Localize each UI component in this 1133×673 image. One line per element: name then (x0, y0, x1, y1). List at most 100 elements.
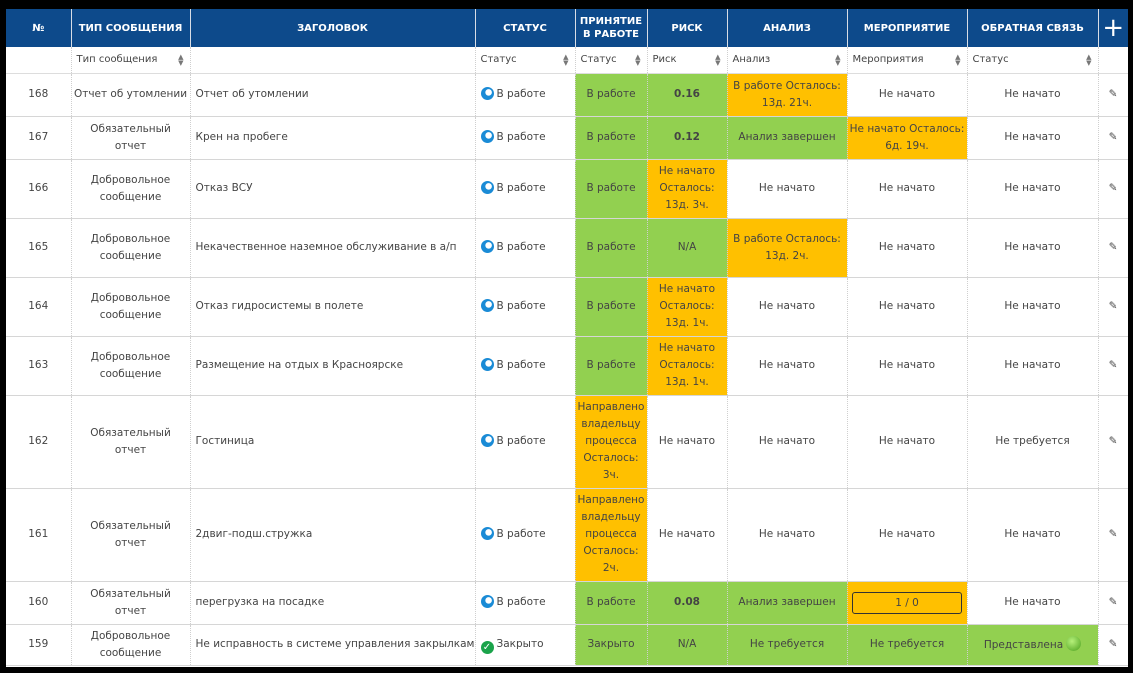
filter-type-label: Тип сообщения (76, 54, 158, 66)
in-progress-icon (480, 130, 494, 143)
col-header-analysis[interactable]: АНАЛИЗ (727, 9, 848, 47)
row-number-link[interactable]: 165 (6, 218, 72, 278)
table-row[interactable]: 162 Обязательный отчет Гостиница В работе На… (6, 395, 1128, 489)
col-header-status[interactable]: СТАТУС (475, 9, 576, 47)
filter-risk[interactable]: Риск ▲ ▼ (647, 47, 728, 74)
add-icon[interactable]: + (1098, 9, 1128, 47)
analysis-status: В работе Осталось: 13д. 21ч. (727, 73, 848, 117)
row-number-link[interactable]: 163 (6, 336, 72, 396)
pencil-icon[interactable]: ✎ (1098, 159, 1128, 219)
row-number-link[interactable]: 167 (6, 116, 72, 160)
sort-icon[interactable]: ▲ ▼ (835, 54, 840, 67)
col-header-measure[interactable]: МЕРОПРИЯТИЕ (847, 9, 968, 47)
col-header-risk[interactable]: РИСК (647, 9, 728, 47)
risk-value: 0.08 (647, 581, 728, 625)
pencil-icon[interactable]: ✎ (1098, 488, 1128, 582)
status-label: В работе (496, 359, 546, 371)
row-number-link[interactable]: 166 (6, 159, 72, 219)
feedback-status: Не начато (967, 336, 1099, 396)
analysis-status: Анализ завершен (727, 116, 848, 160)
pencil-icon[interactable]: ✎ (1098, 336, 1128, 396)
table-row[interactable]: 166 Добровольное сообщение Отказ ВСУ В рабо… (6, 159, 1128, 219)
status-cell: В работе (475, 73, 576, 117)
accept-status: Направлено владельцу процесса Осталось: … (575, 488, 648, 582)
sort-icon[interactable]: ▲ ▼ (635, 54, 640, 67)
filter-title[interactable] (190, 47, 476, 74)
risk-value: Не начато Осталось: 13д. 1ч. (647, 277, 728, 337)
filter-feedback[interactable]: Статус ▲ ▼ (967, 47, 1099, 74)
filter-edit (1098, 47, 1128, 74)
filter-analysis-label: Анализ (732, 54, 771, 66)
filter-analysis[interactable]: Анализ ▲ ▼ (727, 47, 848, 74)
table-row[interactable]: 163 Добровольное сообщение Размещение на о… (6, 336, 1128, 396)
row-number-link[interactable]: 162 (6, 395, 72, 489)
row-number-link[interactable]: 164 (6, 277, 72, 337)
status-label: В работе (496, 241, 546, 253)
pencil-icon[interactable]: ✎ (1098, 73, 1128, 117)
risk-value: Не начато Осталось: 13д. 3ч. (647, 159, 728, 219)
report-title: Отчет об утомлении (190, 73, 476, 117)
risk-value: 0.12 (647, 116, 728, 160)
table-row[interactable]: 160 Обязательный отчет перегрузка на посад… (6, 581, 1128, 625)
col-header-accept[interactable]: ПРИНЯТИЕ В РАБОТЕ (575, 9, 648, 47)
filter-num (6, 47, 72, 74)
row-number-link[interactable]: 160 (6, 581, 72, 625)
feedback-status: Не начато (967, 581, 1099, 625)
table-row[interactable]: 164 Добровольное сообщение Отказ гидросист… (6, 277, 1128, 337)
pencil-icon[interactable]: ✎ (1098, 581, 1128, 625)
table-row[interactable]: 167 Обязательный отчет Крен на пробеге В ра… (6, 116, 1128, 160)
message-type: Добровольное сообщение (71, 159, 191, 219)
measure-status: Не начато (847, 218, 968, 278)
analysis-status: В работе Осталось: 13д. 2ч. (727, 218, 848, 278)
sort-icon[interactable]: ▲ ▼ (1086, 54, 1091, 67)
pencil-icon[interactable]: ✎ (1098, 395, 1128, 489)
accept-status: В работе (575, 116, 648, 160)
feedback-cell: Представлена (967, 624, 1099, 666)
status-label: В работе (496, 435, 546, 447)
sort-icon[interactable]: ▲ ▼ (715, 54, 720, 67)
pencil-icon[interactable]: ✎ (1098, 218, 1128, 278)
filter-accept[interactable]: Статус ▲ ▼ (575, 47, 648, 74)
accept-status: В работе (575, 218, 648, 278)
row-number-link[interactable]: 161 (6, 488, 72, 582)
filter-status[interactable]: Статус ▲ ▼ (475, 47, 576, 74)
feedback-status: Не начато (967, 116, 1099, 160)
filter-feedback-label: Статус (972, 54, 1009, 66)
analysis-status: Не начато (727, 395, 848, 489)
measure-status: Не начато (847, 488, 968, 582)
table-row[interactable]: 165 Добровольное сообщение Некачественное … (6, 218, 1128, 278)
analysis-status: Анализ завершен (727, 581, 848, 625)
sort-icon[interactable]: ▲ ▼ (563, 54, 568, 67)
risk-value: Не начато (647, 488, 728, 582)
row-number-link[interactable]: 168 (6, 73, 72, 117)
measure-cell[interactable]: 1 / 0 (847, 581, 968, 625)
table-row[interactable]: 159 Добровольное сообщение Не исправность … (6, 624, 1128, 666)
risk-value: N/A (647, 624, 728, 666)
header-row: № ТИП СООБЩЕНИЯ ЗАГОЛОВОК СТАТУС ПРИНЯТИ… (6, 9, 1128, 47)
sort-icon[interactable]: ▲ ▼ (955, 54, 960, 67)
col-header-title[interactable]: ЗАГОЛОВОК (190, 9, 476, 47)
status-label: В работе (496, 596, 546, 608)
pencil-icon[interactable]: ✎ (1098, 277, 1128, 337)
pencil-icon[interactable]: ✎ (1098, 624, 1128, 666)
pencil-icon[interactable]: ✎ (1098, 116, 1128, 160)
report-title: Отказ гидросистемы в полете (190, 277, 476, 337)
sort-icon[interactable]: ▲ ▼ (178, 54, 183, 67)
accept-status: В работе (575, 159, 648, 219)
col-header-feedback[interactable]: ОБРАТНАЯ СВЯЗЬ (967, 9, 1099, 47)
risk-value: 0.16 (647, 73, 728, 117)
status-label: В работе (496, 88, 546, 100)
measure-counter[interactable]: 1 / 0 (852, 591, 962, 614)
col-header-num[interactable]: № (6, 9, 72, 47)
analysis-status: Не требуется (727, 624, 848, 666)
in-progress-icon (480, 299, 494, 312)
table-row[interactable]: 168 Отчет об утомлении Отчет об утомлении В… (6, 73, 1128, 117)
col-header-type[interactable]: ТИП СООБЩЕНИЯ (71, 9, 191, 47)
filter-row: Тип сообщения ▲ ▼ Статус ▲ ▼ Статус ▲ ▼ Риск ▲ ▼… (6, 47, 1128, 74)
in-progress-icon (480, 181, 494, 194)
table-row[interactable]: 161 Обязательный отчет 2двиг-подш.стружка В… (6, 488, 1128, 582)
row-number-link[interactable]: 159 (6, 624, 72, 666)
filter-type[interactable]: Тип сообщения ▲ ▼ (71, 47, 191, 74)
check-circle-icon: ✓ (480, 640, 494, 654)
filter-measure[interactable]: Мероприятия ▲ ▼ (847, 47, 968, 74)
